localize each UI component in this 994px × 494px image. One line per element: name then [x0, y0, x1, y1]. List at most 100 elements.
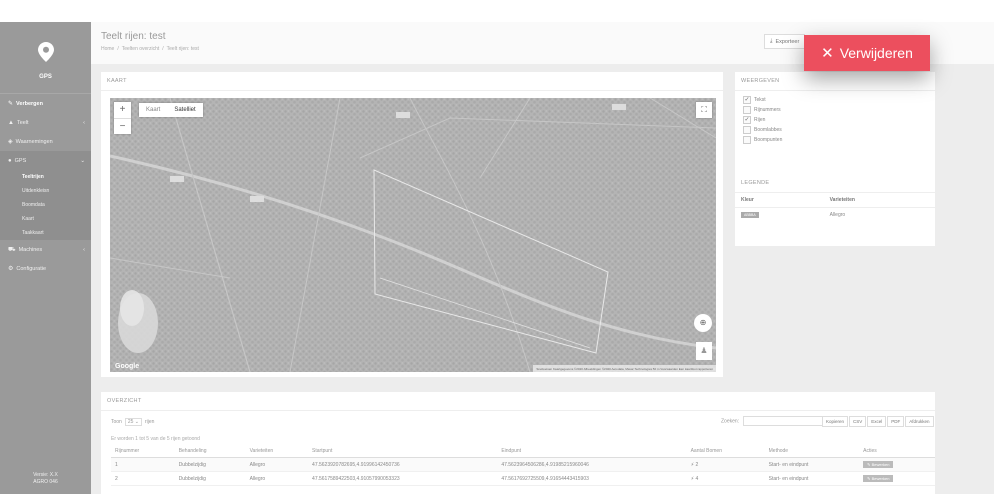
- chevron-icon: ‹: [83, 119, 85, 126]
- breadcrumb-item[interactable]: Teelten overzicht: [122, 46, 160, 52]
- rijen-label: rijen: [145, 419, 155, 425]
- sidebar-item-gps[interactable]: ● GPS ⌄: [0, 151, 91, 170]
- toon-label: Toon: [111, 419, 122, 425]
- legend-column-header: Varieteiten: [823, 193, 935, 208]
- search-input[interactable]: [743, 416, 824, 426]
- close-icon: ✕: [821, 45, 834, 62]
- edit-label: Bewerken: [871, 476, 890, 481]
- table-column-header[interactable]: Acties: [859, 445, 935, 458]
- table-cell-actie: ✎ Bewerken: [859, 471, 935, 486]
- sidebar: GPS ✎ Verbergen ▲ Teelt ‹ ◈ Waarnemingen ● GPS ⌄ …: [0, 22, 91, 494]
- overview-card: OVERZICHT Toon 25 ⌄ rijen Zoeken: Kopier…: [101, 392, 935, 494]
- checkbox-unchecked[interactable]: [743, 136, 751, 144]
- table-cell-start: 47.5623920782695,4.91996142450736: [308, 457, 498, 472]
- export-afdrukken-button[interactable]: Afdrukken: [905, 416, 934, 427]
- display-option-label: Tekst: [754, 97, 766, 103]
- table-row: 1 Dubbelzijdig Allegro 47.5623920782695,4.9…: [111, 457, 935, 472]
- map-attribution[interactable]: Sneltoetsen Kaartgegevens ©2020 Afbeeldi…: [533, 365, 716, 372]
- map-type-kaart[interactable]: Kaart: [139, 103, 167, 117]
- table-cell-start: 47.5617589422503,4.91057990053323: [308, 471, 498, 486]
- table-column-header[interactable]: Aantal Bomen: [686, 445, 765, 458]
- overview-title: OVERZICHT: [101, 392, 935, 411]
- sidebar-item-label: Waarnemingen: [15, 139, 53, 145]
- breadcrumb-separator: /: [117, 46, 119, 52]
- edit-row-button[interactable]: ✎ Bewerken: [863, 475, 894, 482]
- checkbox-unchecked[interactable]: [743, 106, 751, 114]
- sidebar-item-label: Machines: [18, 246, 43, 253]
- export-button[interactable]: ⤓ Exporteer: [764, 34, 806, 49]
- pegman-icon[interactable]: ♟: [696, 342, 712, 360]
- display-option[interactable]: Boompunten: [743, 135, 927, 145]
- export-csv-button[interactable]: CSV: [849, 416, 867, 427]
- breadcrumb-item[interactable]: Home: [101, 46, 114, 52]
- table-column-header[interactable]: Varieteiten: [245, 445, 309, 458]
- sidebar-item-teelt[interactable]: ▲ Teelt ‹: [0, 113, 91, 132]
- sidebar-subitem-kaart[interactable]: Kaart: [0, 212, 91, 226]
- sidebar-item-machines[interactable]: ⛟ Machines ‹: [0, 240, 91, 259]
- zoom-out-button[interactable]: −: [114, 118, 131, 134]
- sidebar-subitem-taakkaart[interactable]: Taakkaart: [0, 226, 91, 240]
- export-excel-button[interactable]: Excel: [867, 416, 887, 427]
- page-title: Teelt rijen: test: [101, 31, 166, 42]
- checkbox-unchecked[interactable]: [743, 126, 751, 134]
- table-cell-nr: 2: [111, 471, 175, 486]
- sidebar-item-waarnemingen[interactable]: ◈ Waarnemingen: [0, 132, 91, 151]
- sidebar-item-icon: ⚙: [8, 266, 14, 272]
- legend-variety-cell: Allegro: [829, 212, 846, 218]
- sidebar-subitem-teeltrijen[interactable]: Teeltrijen: [0, 170, 91, 184]
- legend-table: Kleur Varieteiten ABBBA Allegro: [735, 193, 935, 222]
- table-column-header[interactable]: Startpunt: [308, 445, 498, 458]
- version-line-2: AGRO 046: [33, 479, 58, 485]
- table-column-header[interactable]: Eindpunt: [497, 445, 687, 458]
- legend-card-title: LEGENDE: [735, 174, 935, 193]
- map-type-satelliet[interactable]: Satelliet: [167, 103, 202, 117]
- display-option[interactable]: Boomlabbes: [743, 125, 927, 135]
- map-card-title: KAART: [101, 72, 723, 91]
- table-row: 2 Dubbelzijdig Allegro 47.5617589422503,4.9…: [111, 471, 935, 486]
- sidebar-item-icon: ⛟: [8, 246, 16, 253]
- edit-row-button[interactable]: ✎ Bewerken: [863, 461, 894, 468]
- zoom-in-button[interactable]: +: [114, 102, 131, 118]
- table-column-header[interactable]: Methode: [764, 445, 860, 458]
- delete-button[interactable]: ✕ Verwijderen: [804, 35, 930, 71]
- table-column-header[interactable]: Rijnummer: [111, 445, 175, 458]
- map-terrain: [110, 98, 716, 372]
- top-strip: [0, 0, 994, 22]
- sidebar-logo[interactable]: GPS: [0, 22, 91, 94]
- export-pdf-button[interactable]: PDF: [887, 416, 905, 427]
- export-label: Exporteer: [775, 38, 800, 45]
- sidebar-item-verbergen[interactable]: ✎ Verbergen: [0, 94, 91, 113]
- sidebar-item-left: ▲ Teelt: [8, 120, 29, 126]
- checkbox-checked[interactable]: ✓: [743, 96, 751, 104]
- table-cell-variety: Allegro: [245, 457, 309, 472]
- sidebar-item-left: ● GPS: [8, 158, 26, 164]
- sidebar-item-label: Configuratie: [16, 266, 47, 272]
- delete-label: Verwijderen: [839, 45, 913, 61]
- sidebar-subitem-uitdenkleisn[interactable]: Uitdenkleisn: [0, 184, 91, 198]
- search-label: Zoeken:: [721, 418, 740, 425]
- sidebar-item-icon: ●: [8, 157, 12, 164]
- display-card-title: WEERGEVEN: [735, 72, 935, 91]
- display-option[interactable]: ✓ Tekst: [743, 95, 927, 105]
- tree-count: 4: [695, 475, 699, 482]
- sidebar-item-configuratie[interactable]: ⚙ Configuratie: [0, 259, 91, 278]
- export-kopieren-button[interactable]: Kopieren: [822, 416, 849, 427]
- sidebar-subitem-boomdata[interactable]: Boomdata: [0, 198, 91, 212]
- display-option[interactable]: ✓ Rijen: [743, 115, 927, 125]
- sidebar-item-icon: ▲: [8, 119, 14, 126]
- crosshair-icon[interactable]: ⊕: [694, 314, 712, 332]
- table-column-header[interactable]: Behandeling: [174, 445, 246, 458]
- page-length-select[interactable]: 25 ⌄: [124, 418, 142, 426]
- breadcrumb-item[interactable]: Teelt rijen: test: [167, 46, 199, 52]
- table-cell-bomen: ⚡ 4: [686, 471, 765, 486]
- legend-card: LEGENDE Kleur Varieteiten ABBBA Allegro: [735, 174, 935, 246]
- display-option-label: Boomlabbes: [754, 127, 782, 133]
- sidebar-item-left: ✎ Verbergen: [8, 100, 43, 107]
- fullscreen-icon[interactable]: ⛶: [696, 102, 712, 118]
- table-cell-behandeling: Dubbelzijdig: [174, 457, 246, 472]
- version-line-1: Versie: X.X: [33, 472, 58, 478]
- checkbox-checked[interactable]: ✓: [743, 116, 751, 124]
- display-option[interactable]: Rijnummers: [743, 105, 927, 115]
- rows-table: Rijnummer Behandeling Varieteiten Startpunt…: [111, 445, 935, 486]
- satellite-map[interactable]: + − Kaart Satelliet ⛶ ⊕ ♟ Google Sneltoet…: [110, 98, 716, 372]
